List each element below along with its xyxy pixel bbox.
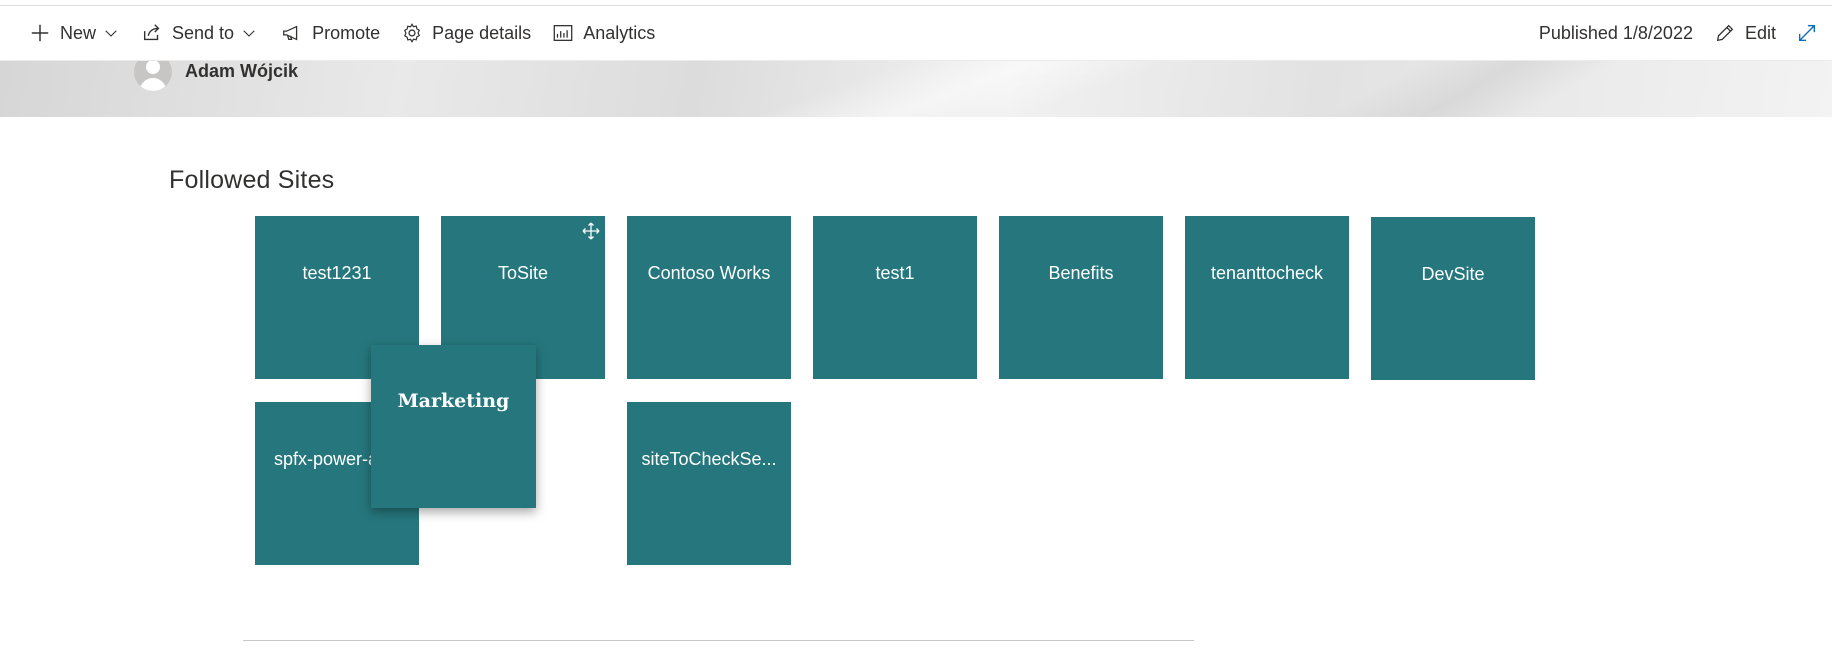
tile-label: test1231 [302, 263, 372, 283]
plus-icon [28, 21, 52, 45]
tile-label: siteToCheckSe... [641, 449, 777, 469]
chart-icon [551, 21, 575, 45]
command-bar: New Send to Promote Page details Analyti… [0, 6, 1832, 61]
site-tile-devsite[interactable]: DevSite [1371, 217, 1535, 380]
new-button[interactable]: New [28, 6, 122, 60]
analytics-label: Analytics [583, 22, 656, 43]
chevron-down-icon[interactable] [240, 23, 260, 43]
send-to-button[interactable]: Send to [140, 6, 260, 60]
site-tile-tenanttocheck[interactable]: tenanttocheck [1185, 216, 1349, 379]
site-tile-sitetocheck[interactable]: siteToCheckSe... [627, 402, 791, 565]
edit-button[interactable]: Edit [1713, 6, 1776, 60]
section-divider [243, 640, 1194, 641]
tile-label: spfx-power-a [274, 449, 379, 469]
expand-icon [1796, 21, 1818, 45]
avatar [134, 61, 172, 91]
tile-label: Marketing [397, 390, 510, 412]
site-tile-contoso-works[interactable]: Contoso Works [627, 216, 791, 379]
page-details-button[interactable]: Page details [400, 6, 531, 60]
page-details-label: Page details [432, 22, 532, 43]
banner-decoration [1100, 61, 1800, 117]
site-tile-test1[interactable]: test1 [813, 216, 977, 379]
new-label: New [60, 22, 97, 43]
edit-label: Edit [1744, 22, 1776, 43]
tile-label: Contoso Works [647, 263, 771, 283]
tile-label: tenanttocheck [1210, 263, 1324, 283]
tile-label: Benefits [1048, 263, 1114, 283]
promote-button[interactable]: Promote [280, 6, 380, 60]
section-title: Followed Sites [169, 166, 335, 194]
author-name: Adam Wójcik [185, 61, 299, 81]
gear-icon [400, 21, 424, 45]
page-header-banner: Adam Wójcik [0, 61, 1832, 117]
tile-label: ToSite [497, 263, 549, 283]
analytics-button[interactable]: Analytics [551, 6, 655, 60]
chevron-down-icon[interactable] [102, 23, 122, 43]
pencil-icon [1713, 21, 1737, 45]
send-to-label: Send to [172, 22, 235, 43]
dragging-site-tile-marketing[interactable]: Marketing [371, 345, 536, 508]
published-status: Published 1/8/2022 [1538, 22, 1693, 43]
megaphone-icon [280, 21, 304, 45]
share-icon [140, 21, 164, 45]
site-tile-benefits[interactable]: Benefits [999, 216, 1163, 379]
expand-button[interactable] [1798, 6, 1824, 60]
promote-label: Promote [312, 22, 381, 43]
tile-label: DevSite [1421, 264, 1485, 284]
move-icon[interactable] [581, 221, 601, 241]
tile-label: test1 [875, 263, 915, 283]
